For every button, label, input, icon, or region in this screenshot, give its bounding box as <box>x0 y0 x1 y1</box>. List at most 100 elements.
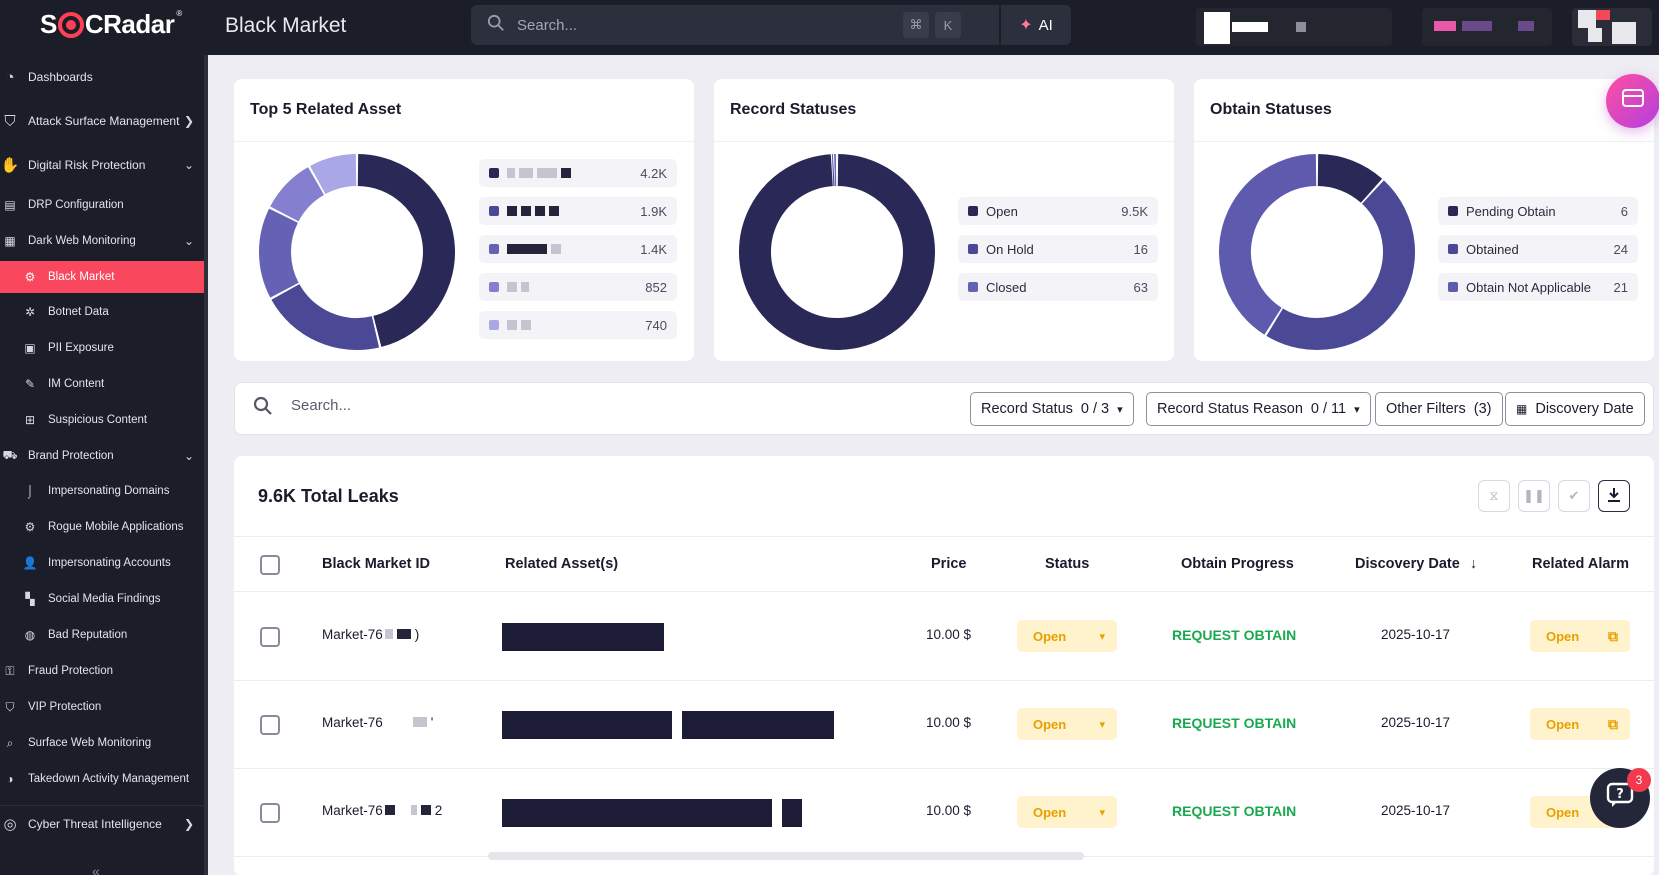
legend-item[interactable]: 1.4K <box>479 235 677 263</box>
sidebar-item-dark-web-monitoring[interactable]: ▦ Dark Web Monitoring ⌄ <box>0 226 204 256</box>
sidebar-item-drp-configuration[interactable]: ▤ DRP Configuration <box>0 190 204 220</box>
donut-segment[interactable] <box>1317 154 1383 204</box>
horizontal-scrollbar[interactable] <box>488 852 1084 860</box>
table-row[interactable]: Market-76) 10.00 $ Open ▾ REQUEST OBTAIN … <box>234 593 1654 681</box>
record-status-reason-filter[interactable]: Record Status Reason 0 / 11 ▾ <box>1146 392 1371 426</box>
sidebar-item-surface-web-monitoring[interactable]: ⌕ Surface Web Monitoring <box>0 728 204 758</box>
request-obtain-link[interactable]: REQUEST OBTAIN <box>1172 627 1296 643</box>
sidebar-item-digital-risk-protection[interactable]: ✋ Digital Risk Protection ⌄ <box>0 149 204 181</box>
legend-item-pending-obtain[interactable]: Pending Obtain 6 <box>1438 197 1638 225</box>
legend-item-open[interactable]: Open 9.5K <box>958 197 1158 225</box>
donut-segment[interactable] <box>310 154 357 195</box>
leaks-search-input[interactable] <box>291 397 791 414</box>
row-checkbox[interactable] <box>260 715 280 735</box>
sidebar-item-social-media-findings[interactable]: ▚ Social Media Findings <box>0 584 204 614</box>
row-checkbox[interactable] <box>260 803 280 823</box>
legend-item[interactable]: 740 <box>479 311 677 339</box>
vip-icon: ⛉ <box>5 699 15 714</box>
legend-swatch <box>1448 244 1458 254</box>
sidebar-item-takedown-activity-management[interactable]: ◑ Takedown Activity Management <box>0 764 204 794</box>
config-icon: ▤ <box>4 198 16 212</box>
status-dropdown[interactable]: Open ▾ <box>1017 620 1117 652</box>
sidebar-item-bad-reputation[interactable]: ◍ Bad Reputation <box>0 620 204 650</box>
discovery-date-filter[interactable]: ▦ Discovery Date <box>1505 392 1645 426</box>
column-related-alarm[interactable]: Related Alarm <box>1532 556 1629 572</box>
sidebar-item-brand-protection[interactable]: ⛟ Brand Protection ⌄ <box>0 441 204 471</box>
status-dropdown[interactable]: Open ▾ <box>1017 708 1117 740</box>
related-alarm-button[interactable]: Open⧉ <box>1530 708 1630 740</box>
socradar-logo[interactable]: S CRadar ® <box>40 9 182 40</box>
black-market-id[interactable]: Market-76 2 <box>322 803 442 818</box>
sidebar-item-botnet-data[interactable]: ✲ Botnet Data <box>0 297 204 327</box>
table-row[interactable]: Market-76 2 10.00 $ Open ▾ REQUEST OBTAIN … <box>234 769 1654 857</box>
legend-swatch <box>489 320 499 330</box>
sidebar-item-impersonating-accounts[interactable]: 👤 Impersonating Accounts <box>0 548 204 578</box>
sidebar-item-rogue-mobile-applications[interactable]: ⚙ Rogue Mobile Applications <box>0 512 204 542</box>
status-dropdown[interactable]: Open ▾ <box>1017 796 1117 828</box>
legend-item[interactable]: 852 <box>479 273 677 301</box>
black-market-id[interactable]: Market-76 ' <box>322 715 433 730</box>
global-search-input[interactable] <box>517 16 897 34</box>
legend-value: 9.5K <box>1121 203 1148 219</box>
legend-value: 24 <box>1613 241 1628 257</box>
hook-icon: ⌡ <box>26 484 34 498</box>
select-all-checkbox[interactable] <box>260 555 280 575</box>
legend-item-closed[interactable]: Closed 63 <box>958 273 1158 301</box>
column-price[interactable]: Price <box>931 556 966 572</box>
row-checkbox[interactable] <box>260 627 280 647</box>
legend-label: Obtain Not Applicable <box>1466 279 1592 295</box>
warning-icon: ⊞ <box>24 413 36 427</box>
sidebar-item-pii-exposure[interactable]: ▣ PII Exposure <box>0 333 204 363</box>
floating-action-button[interactable] <box>1606 74 1659 128</box>
related-alarm-button[interactable]: Open⧉ <box>1530 620 1630 652</box>
column-black-market-id[interactable]: Black Market ID <box>322 556 430 572</box>
sidebar-item-black-market[interactable]: ⚙ Black Market <box>0 261 204 293</box>
grid-icon: ▚ <box>25 592 35 606</box>
column-discovery-date[interactable]: Discovery Date ↓ <box>1355 556 1477 572</box>
donut-segment[interactable] <box>259 208 299 298</box>
hourglass-button[interactable]: ⧖ <box>1478 480 1510 512</box>
column-related-assets[interactable]: Related Asset(s) <box>505 556 618 572</box>
web-icon: ⌕ <box>6 735 14 750</box>
donut-segment[interactable] <box>270 167 325 222</box>
request-obtain-link[interactable]: REQUEST OBTAIN <box>1172 715 1296 731</box>
sidebar-item-impersonating-domains[interactable]: ⌡ Impersonating Domains <box>0 476 204 506</box>
brand-icon: ⛟ <box>2 448 18 462</box>
request-obtain-link[interactable]: REQUEST OBTAIN <box>1172 803 1296 819</box>
sidebar-item-fraud-protection[interactable]: ⚿ Fraud Protection <box>0 656 204 686</box>
record-status-filter[interactable]: Record Status 0 / 3 ▾ <box>970 392 1134 426</box>
collapse-sidebar-icon[interactable]: « <box>92 863 100 875</box>
sidebar-scrollbar[interactable] <box>204 55 208 875</box>
obtain-statuses-donut-chart <box>1219 154 1415 350</box>
legend-item-obtain-not-applicable[interactable]: Obtain Not Applicable 21 <box>1438 273 1638 301</box>
donut-segment[interactable] <box>1219 154 1317 335</box>
sidebar-item-attack-surface-management[interactable]: ⛉ Attack Surface Management ❯ <box>0 105 204 137</box>
sidebar-item-dashboards[interactable]: ◔ Dashboards <box>0 61 204 93</box>
avatar[interactable] <box>1572 8 1652 46</box>
other-filters-button[interactable]: Other Filters (3) <box>1375 392 1503 426</box>
black-market-id[interactable]: Market-76) <box>322 627 419 642</box>
sidebar-item-cyber-threat-intelligence[interactable]: ◎ Cyber Threat Intelligence ❯ <box>0 805 204 841</box>
legend-item[interactable]: 1.9K <box>479 197 677 225</box>
global-search-box[interactable]: ⌘ K <box>471 5 999 45</box>
column-obtain-progress[interactable]: Obtain Progress <box>1181 556 1294 572</box>
sidebar-item-suspicious-content[interactable]: ⊞ Suspicious Content <box>0 405 204 435</box>
column-status[interactable]: Status <box>1045 556 1089 572</box>
donut-segment[interactable] <box>1266 180 1415 350</box>
check-button[interactable]: ✔ <box>1558 480 1590 512</box>
donut-segment[interactable] <box>357 154 455 347</box>
table-row[interactable]: Market-76 ' 10.00 $ Open ▾ REQUEST OBTAIN … <box>234 681 1654 769</box>
donut-segment[interactable] <box>271 283 380 350</box>
sidebar-item-im-content[interactable]: ✎ IM Content <box>0 369 204 399</box>
legend-item-on-hold[interactable]: On Hold 16 <box>958 235 1158 263</box>
external-link-icon: ⧉ <box>1608 715 1618 732</box>
legend-item[interactable]: 4.2K <box>479 159 677 187</box>
donut-segment[interactable] <box>739 154 935 350</box>
pause-button[interactable]: ❚❚ <box>1518 480 1550 512</box>
sidebar-item-vip-protection[interactable]: ⛉ VIP Protection <box>0 692 204 722</box>
ai-assistant-button[interactable]: ✦ AI <box>1001 5 1071 45</box>
redacted-related-asset <box>502 799 772 827</box>
legend-item-obtained[interactable]: Obtained 24 <box>1438 235 1638 263</box>
download-button[interactable] <box>1598 480 1630 512</box>
legend-swatch <box>968 206 978 216</box>
